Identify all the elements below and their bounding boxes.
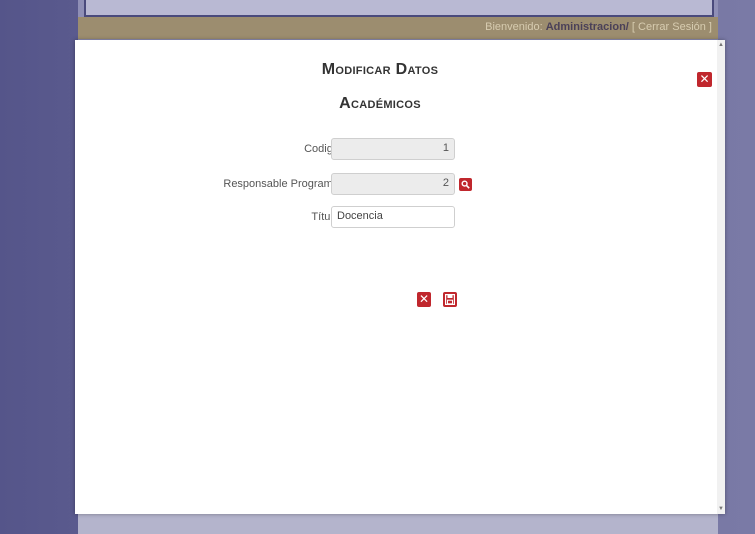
scroll-up-arrow-icon[interactable]: ▲	[718, 42, 724, 48]
bottom-strip	[78, 514, 718, 534]
top-frame	[84, 0, 714, 17]
save-button[interactable]	[443, 292, 457, 307]
edit-academic-modal: Modificar Datos Académicos ✕ Codigo: 1 R…	[75, 40, 725, 514]
modal-title-line2: Académicos	[339, 95, 421, 112]
titulo-row: Título: Docencia	[75, 206, 725, 228]
codigo-row: Codigo: 1	[75, 138, 725, 160]
titulo-input[interactable]: Docencia	[331, 206, 455, 228]
close-icon: ✕	[418, 292, 430, 306]
logout-link[interactable]: [ Cerrar Sesión ]	[632, 21, 712, 33]
user-name[interactable]: Administracion/	[546, 21, 629, 33]
close-modal-button[interactable]: ✕	[697, 72, 712, 87]
search-icon	[461, 180, 470, 189]
modal-scrollbar[interactable]: ▲ ▼	[717, 40, 725, 514]
responsable-lookup-button[interactable]	[459, 178, 472, 191]
save-icon	[445, 294, 455, 305]
modal-title-line1: Modificar Datos	[321, 61, 439, 78]
welcome-bar: Bienvenido: Administracion/ [ Cerrar Ses…	[78, 17, 718, 39]
responsable-label: Responsable Programa:	[223, 178, 342, 190]
close-icon: ✕	[699, 72, 710, 86]
codigo-field: 1	[331, 138, 455, 160]
modal-title: Modificar Datos Académicos	[225, 56, 535, 118]
scroll-down-arrow-icon[interactable]: ▼	[718, 506, 724, 512]
welcome-label: Bienvenido:	[485, 21, 543, 33]
cancel-button[interactable]: ✕	[417, 292, 431, 307]
responsable-field: 2	[331, 173, 455, 195]
responsable-row: Responsable Programa: 2	[75, 173, 725, 195]
